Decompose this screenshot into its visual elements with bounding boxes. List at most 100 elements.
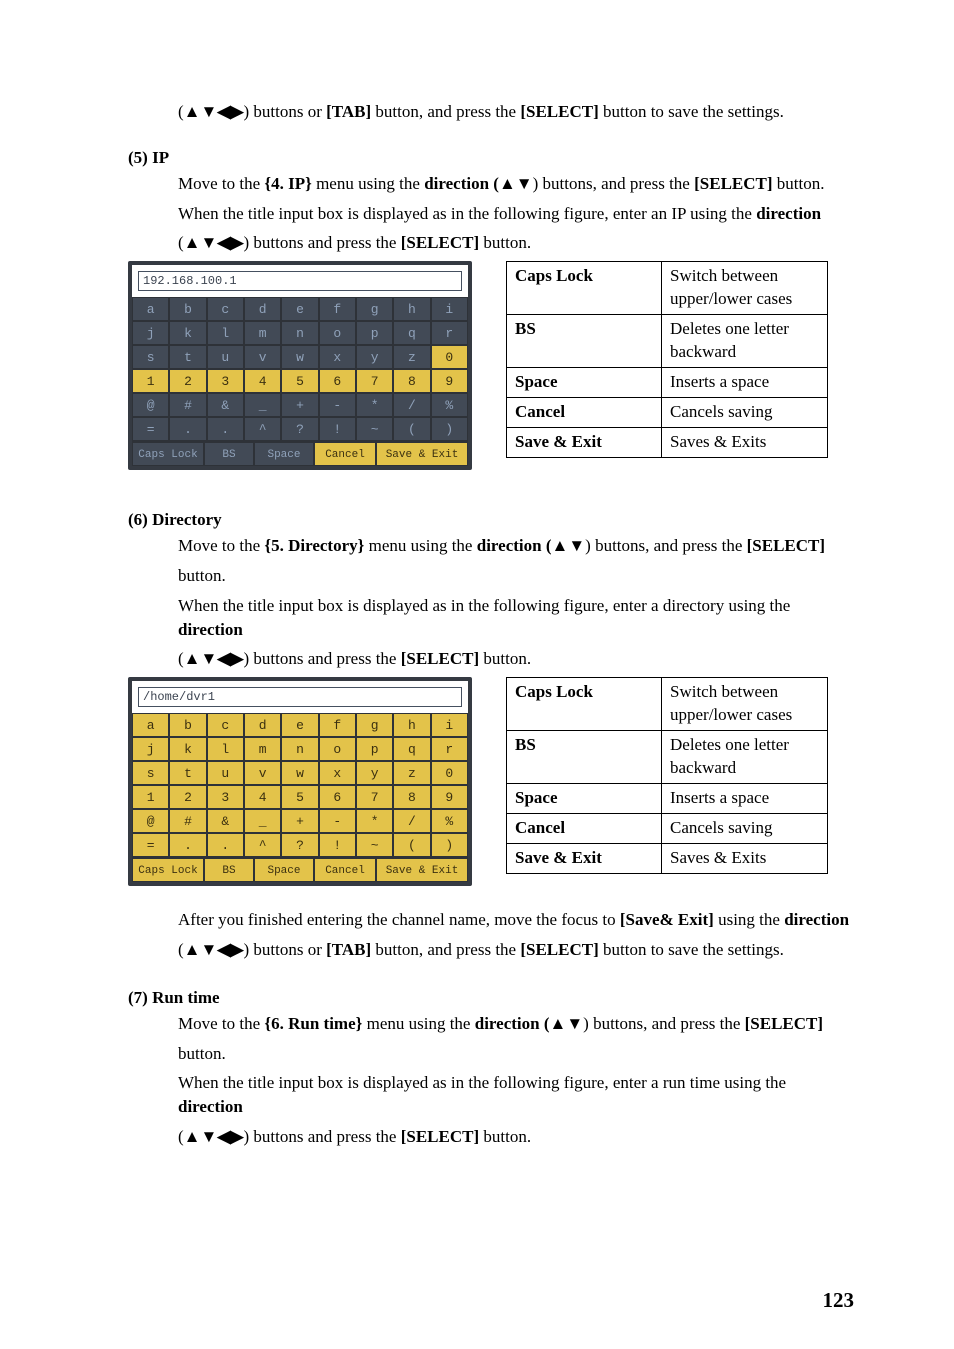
key-.[interactable]: . xyxy=(207,833,244,857)
key-space[interactable]: Space xyxy=(254,858,314,882)
key-9[interactable]: 9 xyxy=(431,785,468,809)
key-i[interactable]: i xyxy=(431,297,468,321)
key-b[interactable]: b xyxy=(169,713,206,737)
key-cancel[interactable]: Cancel xyxy=(314,442,376,466)
key-~[interactable]: ~ xyxy=(356,417,393,441)
key-t[interactable]: t xyxy=(169,761,206,785)
key-_[interactable]: _ xyxy=(244,809,281,833)
key-0[interactable]: 0 xyxy=(431,345,468,369)
key-v[interactable]: v xyxy=(244,761,281,785)
key-g[interactable]: g xyxy=(356,713,393,737)
key-2[interactable]: 2 xyxy=(169,785,206,809)
key-1[interactable]: 1 xyxy=(132,369,169,393)
key-&[interactable]: & xyxy=(207,809,244,833)
key-k[interactable]: k xyxy=(169,321,206,345)
key-3[interactable]: 3 xyxy=(207,369,244,393)
key-1[interactable]: 1 xyxy=(132,785,169,809)
key-=[interactable]: = xyxy=(132,417,169,441)
key-q[interactable]: q xyxy=(393,737,430,761)
key-3[interactable]: 3 xyxy=(207,785,244,809)
key-4[interactable]: 4 xyxy=(244,785,281,809)
key-?[interactable]: ? xyxy=(281,417,318,441)
key-r[interactable]: r xyxy=(431,737,468,761)
key-/[interactable]: / xyxy=(393,393,430,417)
key-5[interactable]: 5 xyxy=(281,369,318,393)
key-5[interactable]: 5 xyxy=(281,785,318,809)
key-l[interactable]: l xyxy=(207,737,244,761)
key-bs[interactable]: BS xyxy=(204,858,254,882)
key-y[interactable]: y xyxy=(356,761,393,785)
key-j[interactable]: j xyxy=(132,737,169,761)
key-9[interactable]: 9 xyxy=(431,369,468,393)
key-4[interactable]: 4 xyxy=(244,369,281,393)
key-+[interactable]: + xyxy=(281,393,318,417)
key-_[interactable]: _ xyxy=(244,393,281,417)
key-8[interactable]: 8 xyxy=(393,785,430,809)
key-#[interactable]: # xyxy=(169,809,206,833)
key-@[interactable]: @ xyxy=(132,393,169,417)
key-z[interactable]: z xyxy=(393,761,430,785)
key-save-exit[interactable]: Save & Exit xyxy=(376,442,468,466)
key-([interactable]: ( xyxy=(393,833,430,857)
key-w[interactable]: w xyxy=(281,761,318,785)
key-%[interactable]: % xyxy=(431,809,468,833)
key-7[interactable]: 7 xyxy=(356,785,393,809)
key-.[interactable]: . xyxy=(169,833,206,857)
key-)[interactable]: ) xyxy=(431,833,468,857)
key-&[interactable]: & xyxy=(207,393,244,417)
key-^[interactable]: ^ xyxy=(244,833,281,857)
kbd-input-dir[interactable]: /home/dvr1 xyxy=(138,687,462,707)
key-v[interactable]: v xyxy=(244,345,281,369)
key-w[interactable]: w xyxy=(281,345,318,369)
key-u[interactable]: u xyxy=(207,761,244,785)
key-t[interactable]: t xyxy=(169,345,206,369)
key-%[interactable]: % xyxy=(431,393,468,417)
key-h[interactable]: h xyxy=(393,297,430,321)
key-k[interactable]: k xyxy=(169,737,206,761)
key-.[interactable]: . xyxy=(207,417,244,441)
key-~[interactable]: ~ xyxy=(356,833,393,857)
key-x[interactable]: x xyxy=(319,761,356,785)
key-6[interactable]: 6 xyxy=(319,785,356,809)
key--[interactable]: - xyxy=(319,393,356,417)
key-![interactable]: ! xyxy=(319,833,356,857)
key-m[interactable]: m xyxy=(244,737,281,761)
key-*[interactable]: * xyxy=(356,393,393,417)
key-0[interactable]: 0 xyxy=(431,761,468,785)
key-s[interactable]: s xyxy=(132,761,169,785)
key-6[interactable]: 6 xyxy=(319,369,356,393)
key-e[interactable]: e xyxy=(281,713,318,737)
key-d[interactable]: d xyxy=(244,713,281,737)
key-2[interactable]: 2 xyxy=(169,369,206,393)
key-capslock[interactable]: Caps Lock xyxy=(132,858,204,882)
key-s[interactable]: s xyxy=(132,345,169,369)
key-*[interactable]: * xyxy=(356,809,393,833)
key-o[interactable]: o xyxy=(319,321,356,345)
key-#[interactable]: # xyxy=(169,393,206,417)
key-n[interactable]: n xyxy=(281,321,318,345)
key-capslock[interactable]: Caps Lock xyxy=(132,442,204,466)
key-^[interactable]: ^ xyxy=(244,417,281,441)
key-=[interactable]: = xyxy=(132,833,169,857)
key-b[interactable]: b xyxy=(169,297,206,321)
key-d[interactable]: d xyxy=(244,297,281,321)
key-c[interactable]: c xyxy=(207,713,244,737)
key-n[interactable]: n xyxy=(281,737,318,761)
key-c[interactable]: c xyxy=(207,297,244,321)
key-+[interactable]: + xyxy=(281,809,318,833)
key-l[interactable]: l xyxy=(207,321,244,345)
key-space[interactable]: Space xyxy=(254,442,314,466)
key-o[interactable]: o xyxy=(319,737,356,761)
key-cancel[interactable]: Cancel xyxy=(314,858,376,882)
key-f[interactable]: f xyxy=(319,297,356,321)
key-([interactable]: ( xyxy=(393,417,430,441)
key-7[interactable]: 7 xyxy=(356,369,393,393)
key-m[interactable]: m xyxy=(244,321,281,345)
key-a[interactable]: a xyxy=(132,297,169,321)
kbd-input-ip[interactable]: 192.168.100.1 xyxy=(138,271,462,291)
key-f[interactable]: f xyxy=(319,713,356,737)
key-j[interactable]: j xyxy=(132,321,169,345)
key-.[interactable]: . xyxy=(169,417,206,441)
key-![interactable]: ! xyxy=(319,417,356,441)
key-?[interactable]: ? xyxy=(281,833,318,857)
